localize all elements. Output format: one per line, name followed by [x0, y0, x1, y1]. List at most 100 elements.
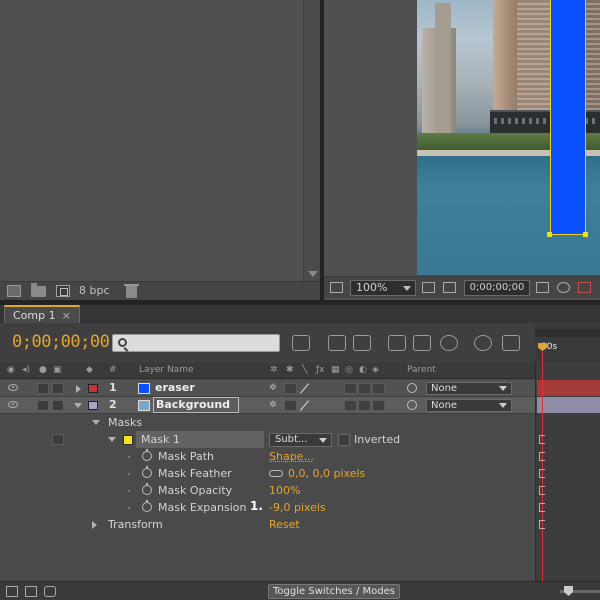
motion-blur-icon[interactable]	[440, 335, 458, 351]
scroll-down-icon[interactable]	[308, 271, 318, 277]
close-icon[interactable]: ×	[62, 309, 71, 322]
timeline-zoom-slider[interactable]	[560, 590, 600, 593]
in-out-pane-icon[interactable]	[44, 586, 56, 597]
toggle-mask-visibility-icon[interactable]	[443, 282, 456, 293]
channel-icon[interactable]	[578, 282, 591, 293]
solo-toggle[interactable]	[37, 400, 49, 411]
live-update-icon[interactable]	[328, 335, 346, 351]
collapse-switch-icon[interactable]: ✱	[286, 365, 294, 375]
solo-toggle[interactable]	[37, 383, 49, 394]
twirl-down-icon[interactable]	[74, 403, 82, 408]
twirl-down-icon[interactable]	[108, 437, 116, 442]
mask-name-field[interactable]: Mask 1	[136, 431, 264, 448]
motion-blur-switch[interactable]	[344, 383, 357, 394]
collapse-switch[interactable]	[284, 383, 297, 394]
keyframe-marker[interactable]	[539, 486, 545, 495]
current-time-indicator-line[interactable]	[542, 351, 543, 581]
eye-icon[interactable]	[8, 401, 18, 408]
mask-opacity-value[interactable]: 100%	[269, 484, 300, 497]
magnification-dropdown[interactable]: 100%	[350, 280, 416, 296]
layer-row-eraser[interactable]: 1 eraser ✲ None	[0, 380, 535, 397]
lock-toggle[interactable]	[52, 400, 64, 411]
motion-blur-switch-icon[interactable]: ◎	[345, 365, 353, 375]
shy-switch-icon[interactable]: ✲	[270, 365, 278, 375]
layer-name[interactable]: eraser	[155, 381, 195, 394]
eye-icon[interactable]	[8, 384, 18, 391]
transform-row[interactable]: Transform Reset	[0, 516, 535, 533]
zoom-slider-knob[interactable]	[564, 586, 573, 596]
motion-blur-switch[interactable]	[344, 400, 357, 411]
mask-feather-row[interactable]: Mask Feather 0,0, 0,0 pixels	[0, 465, 535, 482]
trash-icon[interactable]	[126, 286, 137, 298]
3d-layer-switch[interactable]	[372, 400, 385, 411]
viewer-canvas[interactable]: 2.	[324, 0, 600, 275]
grid-guides-icon[interactable]	[422, 282, 435, 293]
viewer-timecode[interactable]: 0;00;00;00	[464, 280, 530, 296]
tab-comp-1[interactable]: Comp 1 ×	[4, 305, 80, 323]
lock-icon[interactable]: ▣	[53, 365, 62, 375]
3d-layer-switch[interactable]	[372, 383, 385, 394]
work-area-bar[interactable]	[535, 329, 600, 337]
adjustment-switch-icon[interactable]: ◐	[359, 365, 367, 375]
pick-whip-icon[interactable]	[407, 383, 417, 393]
quality-slash-icon[interactable]	[298, 400, 311, 411]
stopwatch-icon[interactable]	[142, 502, 152, 512]
pick-whip-icon[interactable]	[407, 400, 417, 410]
stopwatch-icon[interactable]	[142, 485, 152, 495]
twirl-right-icon[interactable]	[76, 385, 81, 393]
transform-reset-link[interactable]: Reset	[269, 518, 300, 531]
lock-toggle[interactable]	[52, 383, 64, 394]
keyframe-marker[interactable]	[539, 469, 545, 478]
project-vertical-scrollbar[interactable]	[303, 0, 320, 281]
layer-name[interactable]: Background	[153, 397, 239, 413]
keyframe-marker[interactable]	[539, 503, 545, 512]
quality-switch-icon[interactable]: ╲	[302, 365, 307, 375]
always-preview-icon[interactable]	[330, 282, 343, 293]
label-color[interactable]	[88, 384, 98, 393]
lock-toggle[interactable]	[52, 434, 64, 445]
show-snapshot-icon[interactable]	[557, 282, 570, 293]
eye-icon[interactable]: ◉	[7, 365, 15, 375]
layer-bar-background[interactable]	[537, 397, 600, 413]
interpret-footage-icon[interactable]	[7, 285, 21, 297]
graph-editor-icon[interactable]	[474, 335, 492, 351]
stopwatch-icon[interactable]	[142, 468, 152, 478]
mask-opacity-row[interactable]: Mask Opacity 100%	[0, 482, 535, 499]
brainstorm-icon[interactable]	[502, 335, 520, 351]
frame-blend-switch-icon[interactable]: ▦	[331, 365, 340, 375]
new-composition-icon[interactable]	[56, 285, 70, 297]
quality-slash-icon[interactable]	[298, 383, 311, 394]
3d-switch-icon[interactable]: ◈	[372, 365, 379, 375]
masks-group-row[interactable]: Masks	[0, 414, 535, 431]
effect-switch-icon[interactable]: ƒx	[316, 365, 325, 375]
keyframe-marker[interactable]	[539, 452, 545, 461]
collapse-switch[interactable]	[284, 400, 297, 411]
layer-bar-eraser[interactable]	[537, 380, 600, 396]
mask-vertex-handle[interactable]	[583, 232, 588, 237]
mask-feather-value[interactable]: 0,0, 0,0 pixels	[288, 467, 365, 480]
column-layer-name[interactable]: Layer Name	[139, 365, 194, 375]
inverted-checkbox[interactable]	[338, 434, 350, 446]
draft-3d-icon[interactable]	[353, 335, 371, 351]
keyframe-marker[interactable]	[539, 435, 545, 444]
mask-expansion-row[interactable]: Mask Expansion -9,0 pixels	[0, 499, 535, 516]
eraser-layer-solid[interactable]	[550, 0, 586, 235]
mask-mode-dropdown[interactable]: Subt...	[269, 433, 332, 447]
parent-dropdown[interactable]: None	[426, 382, 512, 395]
new-folder-icon[interactable]	[31, 286, 46, 297]
shy-switch-icon[interactable]: ✲	[269, 400, 277, 410]
keyframe-marker[interactable]	[539, 520, 545, 529]
mask-row[interactable]: Mask 1 Subt... Inverted	[0, 431, 535, 448]
adjustment-switch[interactable]	[358, 400, 371, 411]
layer-switches-pane-icon[interactable]	[6, 586, 18, 597]
twirl-down-icon[interactable]	[92, 420, 100, 425]
modes-pane-icon[interactable]	[25, 586, 37, 597]
mask-expansion-value[interactable]: -9,0 pixels	[269, 501, 326, 514]
mask-path-value[interactable]: Shape...	[269, 450, 314, 463]
adjustment-switch[interactable]	[358, 383, 371, 394]
snapshot-icon[interactable]	[536, 282, 549, 293]
solo-icon[interactable]: ●	[39, 365, 47, 375]
mask-color-swatch[interactable]	[123, 435, 133, 445]
frame-blending-icon[interactable]	[413, 335, 431, 351]
twirl-right-icon[interactable]	[92, 521, 97, 529]
